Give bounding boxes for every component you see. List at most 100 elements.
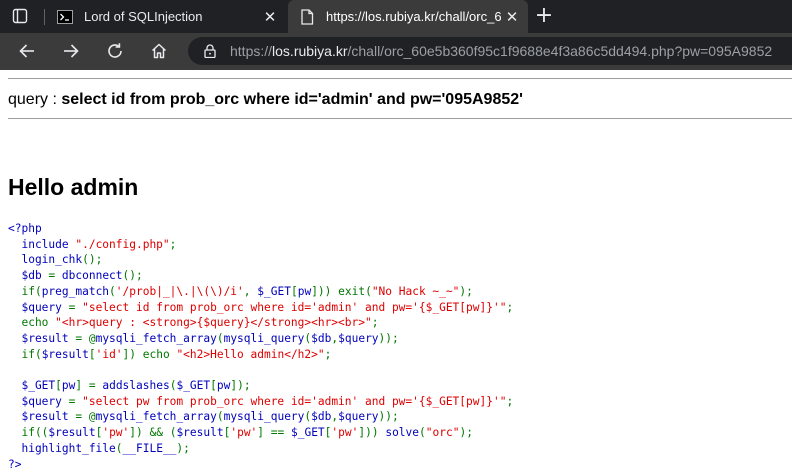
tab-orc-challenge[interactable]: https://los.rubiya.kr/chall/orc_60e5b360… — [288, 0, 528, 33]
code-token: "select pw from prob_orc where id='admin… — [82, 394, 507, 408]
code-token: ?> — [8, 457, 22, 471]
url-scheme: https:// — [230, 43, 273, 59]
code-token: = — [48, 269, 62, 283]
tab-title: https://los.rubiya.kr/chall/orc_60e5b360… — [326, 9, 502, 24]
code-token: [ — [55, 379, 62, 393]
code-token: , — [243, 284, 258, 298]
source-code-block: <?php include "./config.php"; login_chk(… — [8, 221, 513, 472]
home-icon[interactable] — [146, 38, 172, 64]
code-token: pw — [216, 379, 231, 393]
code-token: '/prob|_|\.|\(\)/i' — [115, 284, 244, 298]
divider — [8, 78, 792, 79]
url-host: los.rubiya.kr — [272, 43, 348, 59]
code-token: $db — [8, 269, 49, 283]
code-token: = — [68, 394, 83, 408]
code-token: __FILE__ — [122, 441, 177, 455]
code-token: ])) — [358, 426, 386, 440]
code-token: "orc" — [425, 426, 460, 440]
code-token: $db — [311, 331, 332, 345]
query-line: query : select id from prob_orc where id… — [8, 91, 523, 109]
code-token: ); — [459, 284, 473, 298]
code-token: ( — [216, 410, 224, 424]
code-token: [ — [210, 379, 217, 393]
code-token: $db — [311, 410, 332, 424]
code-token: addslashes — [102, 379, 170, 393]
new-tab-button[interactable]: + — [534, 5, 554, 27]
code-token: <?php — [8, 222, 42, 235]
code-token: dbconnect — [61, 269, 123, 283]
document-icon — [298, 8, 316, 26]
code-token: pw — [297, 284, 312, 298]
code-token: "<h2>Hello admin</h2>" — [176, 347, 325, 361]
tab-title: Lord of SQLInjection — [84, 9, 203, 24]
code-token: (); — [122, 269, 143, 283]
code-token: mysqli_fetch_array — [95, 331, 217, 345]
code-token: $query — [8, 394, 69, 408]
code-token: $query — [338, 331, 379, 345]
browser-toolbar: https://los.rubiya.kr/chall/orc_60e5b360… — [0, 33, 792, 70]
code-line: include "./config.php"; — [8, 237, 513, 253]
query-label: query : — [8, 91, 62, 108]
code-token: 'pw' — [331, 426, 359, 440]
code-token: $result — [48, 426, 96, 440]
code-line: $query = "select pw from prob_orc where … — [8, 394, 513, 410]
code-token: echo — [8, 316, 56, 330]
code-token: ] == — [257, 426, 291, 440]
code-token: )); — [378, 410, 399, 424]
code-token: $result — [41, 347, 89, 361]
code-token: 'id' — [95, 347, 123, 361]
code-token: ( — [216, 331, 224, 345]
code-line: highlight_file(__FILE__); — [8, 441, 513, 457]
url-path: /chall/orc_60e5b360f95c1f9688e4f3a86c5dd… — [347, 43, 773, 59]
url-text[interactable]: https://los.rubiya.kr/chall/orc_60e5b360… — [230, 43, 772, 59]
tab-lord-of-sqlinjection[interactable]: Lord of SQLInjection ✕ — [44, 0, 286, 33]
code-token: solve — [385, 426, 420, 440]
code-token: ; — [506, 300, 514, 314]
code-token: $_GET — [257, 284, 291, 298]
code-line: if($result['id']) echo "<h2>Hello admin<… — [8, 347, 513, 363]
code-line: <?php — [8, 221, 513, 237]
code-line: $db = dbconnect(); — [8, 268, 513, 284]
code-token: = @ — [75, 331, 96, 345]
code-token: ]) && ( — [129, 426, 177, 440]
code-token: $query — [8, 300, 69, 314]
code-line: login_chk(); — [8, 252, 513, 268]
code-token: "./config.php" — [75, 237, 170, 251]
code-token: ( — [109, 284, 116, 298]
code-token: ; — [169, 237, 177, 251]
back-arrow-icon[interactable] — [14, 38, 40, 64]
lock-icon[interactable] — [202, 43, 218, 59]
code-line: ?> — [8, 457, 513, 472]
code-token: ); — [459, 426, 473, 440]
code-line: echo "<hr>query : <strong>{$query}</stro… — [8, 315, 513, 331]
code-token: (); — [82, 253, 103, 267]
tab-separator — [44, 9, 45, 25]
code-line: $result = @mysqli_fetch_array(mysqli_que… — [8, 409, 513, 425]
code-token: login_chk — [8, 253, 83, 267]
reload-icon[interactable] — [102, 38, 128, 64]
tab-close-icon[interactable]: ✕ — [502, 7, 522, 27]
code-token: 'pw' — [230, 426, 258, 440]
code-token: $_GET — [290, 426, 325, 440]
code-line: $query = "select id from prob_orc where … — [8, 300, 513, 316]
code-token: ( — [419, 426, 426, 440]
address-bar[interactable]: https://los.rubiya.kr/chall/orc_60e5b360… — [188, 37, 792, 65]
code-token: $query — [338, 410, 379, 424]
code-token: ]); — [230, 379, 251, 393]
code-token: if(( — [8, 426, 49, 440]
tab-close-icon[interactable]: ✕ — [260, 7, 280, 27]
forward-arrow-icon[interactable] — [58, 38, 84, 64]
code-token: "No Hack ~_~" — [371, 284, 460, 298]
code-token: [ — [88, 347, 96, 361]
code-line: if(($result['pw']) && ($result['pw'] == … — [8, 425, 513, 441]
tab-actions-icon[interactable] — [6, 5, 34, 27]
code-token: mysqli_fetch_array — [95, 410, 217, 424]
code-token: ]) echo — [122, 347, 177, 361]
terminal-icon — [56, 8, 74, 26]
tab-strip: Lord of SQLInjection ✕ https://los.rubiy… — [0, 0, 792, 33]
code-token: ); — [176, 441, 190, 455]
code-token: $result — [8, 331, 76, 345]
code-token: ; — [506, 394, 514, 408]
code-token: mysqli_query — [223, 331, 305, 345]
